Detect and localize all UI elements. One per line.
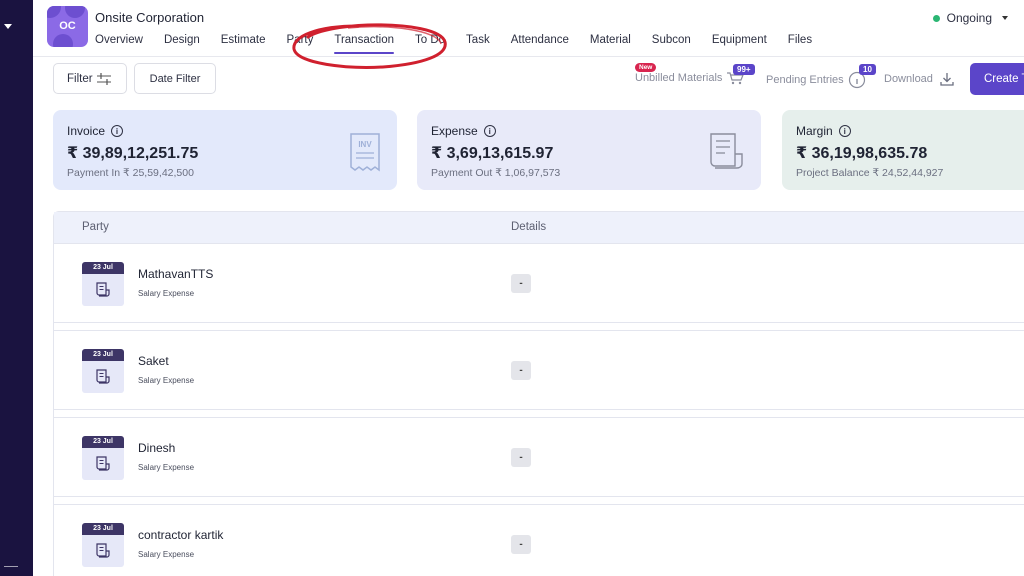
column-header-details: Details (511, 221, 547, 233)
new-badge: New (635, 63, 657, 72)
download-icon (940, 73, 954, 86)
salary-receipt-icon (96, 369, 110, 384)
expense-amount: ₹ 3,69,13,615.97 (431, 145, 554, 162)
tab-attendance[interactable]: Attendance (511, 34, 569, 54)
unbilled-materials-button[interactable]: Unbilled Materials New 99+ (635, 63, 755, 85)
sidebar (0, 0, 33, 576)
expense-card[interactable]: Expense i ₹ 3,69,13,615.97 Payment Out ₹ … (417, 110, 761, 190)
date-label: 23 Jul (82, 523, 124, 535)
tab-design[interactable]: Design (164, 34, 200, 54)
table-row[interactable]: 23 Jul MathavanTTS Salary Expense - (53, 243, 1024, 323)
tab-transaction[interactable]: Transaction (334, 34, 394, 54)
tab-estimate[interactable]: Estimate (221, 34, 266, 54)
sliders-icon (96, 72, 111, 85)
info-icon[interactable]: i (838, 125, 851, 137)
unbilled-count-badge: 99+ (733, 64, 755, 75)
date-badge: 23 Jul (82, 523, 124, 567)
margin-title: Margin (796, 124, 833, 138)
invoice-icon: INV (350, 133, 380, 172)
expense-title: Expense (431, 124, 478, 138)
download-button[interactable]: Download (884, 71, 955, 87)
date-filter-button[interactable]: Date Filter (134, 63, 216, 94)
unbilled-materials-label: Unbilled Materials (635, 72, 723, 84)
tab-subcon[interactable]: Subcon (652, 34, 691, 54)
invoice-title: Invoice (67, 124, 106, 138)
pending-entries-button[interactable]: Pending Entries 10 (766, 64, 876, 89)
invoice-card[interactable]: Invoice i ₹ 39,89,12,251.75 Payment In ₹ … (53, 110, 397, 190)
company-name: Onsite Corporation (95, 10, 205, 25)
divider (4, 566, 18, 567)
pending-entries-label: Pending Entries (766, 74, 844, 86)
project-logo: OC (47, 6, 88, 47)
tab-equipment[interactable]: Equipment (712, 34, 767, 54)
tab-todo[interactable]: To Do (415, 34, 445, 54)
date-badge: 23 Jul (82, 262, 124, 306)
salary-receipt-icon (96, 456, 110, 471)
caret-down-icon (1002, 16, 1008, 20)
download-label: Download (884, 73, 933, 85)
tab-overview[interactable]: Overview (95, 34, 143, 54)
margin-amount: ₹ 36,19,98,635.78 (796, 145, 928, 162)
table-header: Party Details (54, 212, 1024, 244)
payment-out: Payment Out ₹ 1,06,97,573 (431, 167, 561, 179)
status-dot-icon (932, 14, 940, 22)
invoice-amount: ₹ 39,89,12,251.75 (67, 145, 199, 162)
tab-files[interactable]: Files (788, 34, 812, 54)
tab-party[interactable]: Party (287, 34, 314, 54)
info-icon[interactable]: i (483, 125, 496, 137)
date-label: 23 Jul (82, 262, 124, 274)
details-chip: - (511, 448, 531, 467)
transaction-type: Salary Expense (138, 289, 195, 298)
filter-label: Filter (67, 72, 93, 85)
details-chip: - (511, 274, 531, 293)
receipt-icon (710, 133, 743, 169)
pending-count-badge: 10 (859, 64, 876, 75)
table-row[interactable]: 23 Jul Saket Salary Expense - (53, 330, 1024, 410)
date-badge: 23 Jul (82, 349, 124, 393)
create-transaction-button[interactable]: Create T (970, 63, 1024, 95)
date-label: 23 Jul (82, 436, 124, 448)
table-row[interactable]: 23 Jul contractor kartik Salary Expense - (53, 504, 1024, 576)
filter-button[interactable]: Filter (53, 63, 127, 94)
logo-initials: OC (59, 20, 76, 32)
project-tabs: Overview Design Estimate Party Transacti… (95, 34, 833, 54)
party-name: MathavanTTS (138, 267, 214, 281)
svg-text:INV: INV (358, 140, 372, 149)
party-name: Saket (138, 354, 169, 368)
details-chip: - (511, 535, 531, 554)
project-header: OC Onsite Corporation Overview Design Es… (33, 0, 1024, 57)
date-badge: 23 Jul (82, 436, 124, 480)
status-label: Ongoing (946, 11, 992, 25)
chevron-down-icon[interactable] (4, 24, 12, 29)
transaction-type: Salary Expense (138, 376, 195, 385)
table-row[interactable]: 23 Jul Dinesh Salary Expense - (53, 417, 1024, 497)
salary-receipt-icon (96, 282, 110, 297)
salary-receipt-icon (96, 543, 110, 558)
tab-material[interactable]: Material (590, 34, 631, 54)
tab-task[interactable]: Task (466, 34, 490, 54)
details-chip: - (511, 361, 531, 380)
date-label: 23 Jul (82, 349, 124, 361)
margin-card[interactable]: Margin i ₹ 36,19,98,635.78 Project Balanc… (782, 110, 1024, 190)
transaction-type: Salary Expense (138, 550, 195, 559)
toolbar: Filter Date Filter Unbilled Materials Ne… (33, 57, 1024, 101)
party-name: Dinesh (138, 441, 176, 455)
project-balance: Project Balance ₹ 24,52,44,927 (796, 167, 944, 179)
transaction-type: Salary Expense (138, 463, 195, 472)
payment-in: Payment In ₹ 25,59,42,500 (67, 167, 194, 179)
status-dropdown[interactable]: Ongoing (932, 11, 1008, 25)
info-icon[interactable]: i (111, 125, 124, 137)
party-name: contractor kartik (138, 528, 224, 542)
column-header-party: Party (82, 221, 109, 233)
